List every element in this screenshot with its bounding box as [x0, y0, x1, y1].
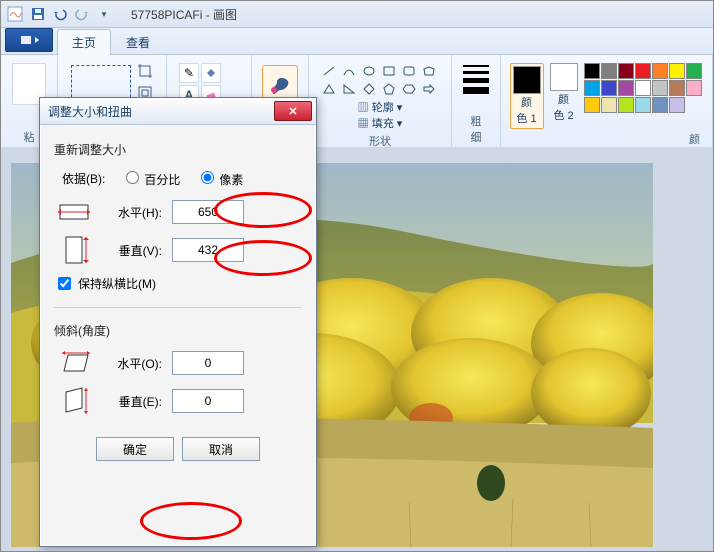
dialog-title: 调整大小和扭曲	[48, 103, 132, 120]
window-title: 57758PICAFi - 画图	[131, 6, 237, 23]
radio-percent[interactable]	[126, 171, 139, 184]
basis-row: 依据(B): 百分比 像素	[60, 168, 302, 188]
divider	[54, 307, 302, 308]
redo-icon[interactable]	[73, 5, 91, 23]
crop-icon[interactable]	[137, 63, 153, 82]
skew-h-input[interactable]	[172, 351, 244, 375]
palette-swatch[interactable]	[601, 63, 617, 79]
palette-swatch[interactable]	[669, 63, 685, 79]
percent-label[interactable]: 百分比	[144, 173, 180, 187]
clipboard-label: 粘	[24, 129, 35, 145]
shape-poly-icon[interactable]	[420, 63, 438, 79]
palette-swatch[interactable]	[635, 80, 651, 96]
skew-vertical-icon	[54, 387, 94, 415]
palette-swatch[interactable]	[601, 80, 617, 96]
palette-swatch[interactable]	[618, 97, 634, 113]
undo-icon[interactable]	[51, 5, 69, 23]
horizontal-o-label: 水平(O):	[104, 355, 162, 372]
shape-fill-label[interactable]: ▦ 填充 ▾	[358, 115, 403, 131]
shape-roundrect-icon[interactable]	[400, 63, 418, 79]
quick-access-toolbar: ▾	[29, 5, 113, 23]
vertical-input[interactable]	[172, 238, 244, 262]
file-menu-button[interactable]	[5, 28, 53, 52]
colors-group-label: 颜	[689, 131, 700, 147]
palette-swatch[interactable]	[652, 63, 668, 79]
aspect-checkbox[interactable]	[58, 277, 71, 290]
ribbon-tab-row: 主页 查看	[1, 28, 713, 55]
app-icon	[7, 6, 23, 22]
tab-view[interactable]: 查看	[111, 29, 165, 55]
annotation-ellipse	[140, 502, 242, 540]
shape-pent-icon[interactable]	[380, 81, 398, 97]
palette-swatch[interactable]	[618, 63, 634, 79]
resize-vertical-icon	[54, 236, 94, 264]
palette-swatch[interactable]	[652, 80, 668, 96]
color-palette	[584, 63, 704, 113]
color2-swatch	[550, 63, 578, 91]
basis-label: 依据(B):	[62, 170, 105, 187]
palette-swatch[interactable]	[686, 63, 702, 79]
palette-swatch[interactable]	[686, 80, 702, 96]
color1-slot[interactable]: 颜 色 1	[510, 63, 544, 129]
resize-section-title: 重新调整大小	[54, 141, 302, 158]
pixel-label[interactable]: 像素	[219, 173, 243, 187]
palette-swatch[interactable]	[601, 97, 617, 113]
shape-arrow-icon[interactable]	[420, 81, 438, 97]
dialog-close-button[interactable]: ✕	[274, 101, 312, 121]
palette-swatch[interactable]	[669, 97, 685, 113]
dialog-titlebar: 调整大小和扭曲 ✕	[40, 98, 316, 125]
palette-swatch[interactable]	[635, 97, 651, 113]
thickness-icon[interactable]	[463, 65, 489, 94]
brush-icon[interactable]	[262, 65, 298, 101]
save-icon[interactable]	[29, 5, 47, 23]
group-colors: 颜 色 1 颜 色 2 颜	[501, 55, 713, 147]
shape-rect-icon[interactable]	[380, 63, 398, 79]
shape-outline-label[interactable]: ▥ 轮廓 ▾	[358, 99, 403, 115]
shape-oval-icon[interactable]	[360, 63, 378, 79]
aspect-label[interactable]: 保持纵横比(M)	[78, 275, 156, 292]
shape-curve-icon[interactable]	[340, 63, 358, 79]
resize-skew-dialog: 调整大小和扭曲 ✕ 重新调整大小 依据(B): 百分比 像素 水平(H): 垂直…	[39, 97, 317, 547]
tab-home[interactable]: 主页	[57, 29, 111, 55]
palette-swatch[interactable]	[635, 63, 651, 79]
palette-swatch[interactable]	[652, 97, 668, 113]
shape-tri-icon[interactable]	[320, 81, 338, 97]
color2-slot[interactable]: 颜 色 2	[550, 63, 578, 123]
shape-line-icon[interactable]	[320, 63, 338, 79]
group-thickness: 粗细	[452, 55, 501, 147]
palette-swatch[interactable]	[584, 97, 600, 113]
resize-horizontal-icon	[54, 198, 94, 226]
skew-v-input[interactable]	[172, 389, 244, 413]
skew-section-title: 倾斜(角度)	[54, 322, 302, 339]
paint-window: ▾ 57758PICAFi - 画图 主页 查看 粘 选	[0, 0, 714, 552]
title-bar: ▾ 57758PICAFi - 画图	[1, 1, 713, 28]
color1-swatch	[513, 66, 541, 94]
palette-swatch[interactable]	[669, 80, 685, 96]
palette-swatch[interactable]	[584, 63, 600, 79]
vertical-v-label: 垂直(V):	[104, 242, 162, 259]
shape-rtri-icon[interactable]	[340, 81, 358, 97]
shape-gallery[interactable]	[320, 63, 440, 97]
horizontal-h-label: 水平(H):	[104, 204, 162, 221]
bucket-icon[interactable]	[201, 63, 221, 83]
ok-button[interactable]: 确定	[96, 437, 174, 461]
vertical-e-label: 垂直(E):	[104, 393, 162, 410]
qat-dropdown-icon[interactable]: ▾	[95, 5, 113, 23]
group-shapes: ▥ 轮廓 ▾ ▦ 填充 ▾ 形状	[309, 55, 452, 147]
skew-horizontal-icon	[54, 349, 94, 377]
pencil-icon[interactable]: ✎	[179, 63, 199, 83]
horizontal-input[interactable]	[172, 200, 244, 224]
palette-swatch[interactable]	[618, 80, 634, 96]
palette-swatch[interactable]	[584, 80, 600, 96]
shape-hex-icon[interactable]	[400, 81, 418, 97]
radio-pixel[interactable]	[201, 171, 214, 184]
shape-diamond-icon[interactable]	[360, 81, 378, 97]
cancel-button[interactable]: 取消	[182, 437, 260, 461]
